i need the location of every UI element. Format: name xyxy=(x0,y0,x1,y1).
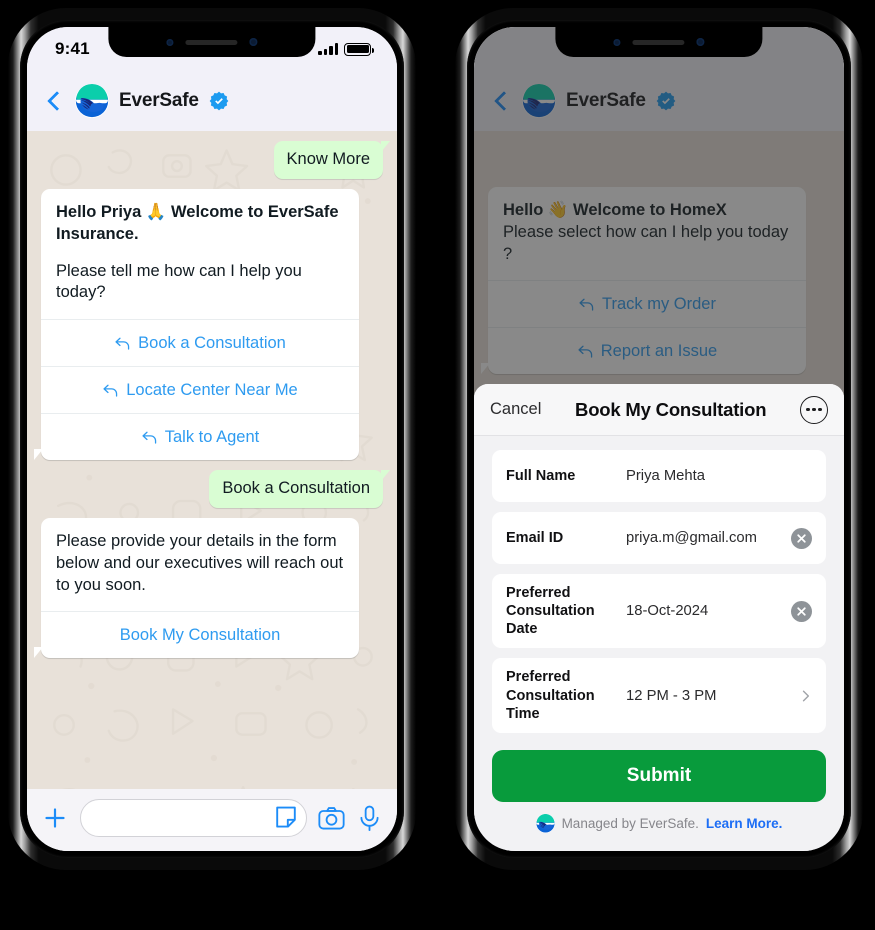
clear-x-icon[interactable] xyxy=(791,600,812,622)
sheet-footer: Submit Managed by EverSafe. Learn More. xyxy=(474,742,844,851)
quick-reply-talk-to-agent[interactable]: Talk to Agent xyxy=(41,413,359,460)
chat-body[interactable]: Know More Hello Priya 🙏 Welcome to EverS… xyxy=(27,131,397,789)
field-value: Priya Mehta xyxy=(626,468,705,484)
field-preferred-consultation-date[interactable]: Preferred Consultation Date 18-Oct-2024 xyxy=(492,574,826,649)
sheet-title: Book My Consultation xyxy=(575,398,767,420)
phone-right-bezel: EverSafe Hello 👋 Welcome to HomeX Please… xyxy=(467,20,851,858)
field-label: Full Name xyxy=(506,467,576,484)
field-value: priya.m@gmail.com xyxy=(626,530,757,546)
phone-left-bezel: 9:41 EverSafe Know More Hello Priya 🙏 We… xyxy=(20,20,404,858)
plus-icon[interactable] xyxy=(41,804,69,832)
status-indicators xyxy=(318,42,374,56)
quick-reply-label: Talk to Agent xyxy=(164,427,260,446)
front-sensor-icon xyxy=(613,38,621,46)
field-full-name[interactable]: Full Name Priya Mehta xyxy=(492,450,826,502)
front-sensor-icon xyxy=(166,38,174,46)
message-input-bar xyxy=(27,789,397,851)
earpiece-speaker xyxy=(632,39,685,45)
bot-card-body: Please provide your details in the form … xyxy=(56,532,344,594)
camera-icon[interactable] xyxy=(318,805,345,832)
front-camera-icon xyxy=(696,38,705,46)
field-preferred-consultation-time[interactable]: Preferred Consultation Time 12 PM - 3 PM xyxy=(492,658,826,733)
bot-card-form-prompt: Please provide your details in the form … xyxy=(34,518,359,659)
managed-by-notice: Managed by EverSafe. Learn More. xyxy=(492,814,826,833)
managed-by-text: Managed by EverSafe. xyxy=(561,816,699,831)
quick-reply-label: Book My Consultation xyxy=(119,625,281,644)
submit-button[interactable]: Submit xyxy=(492,750,826,802)
phone-left-screen: 9:41 EverSafe Know More Hello Priya 🙏 We… xyxy=(27,27,397,851)
sticker-icon[interactable] xyxy=(273,805,299,831)
quick-reply-book-my-consultation[interactable]: Book My Consultation xyxy=(41,611,359,658)
eversafe-logo-icon xyxy=(75,84,109,118)
outgoing-bubble-book-a-consultation[interactable]: Book a Consultation xyxy=(209,470,390,509)
message-list: Know More Hello Priya 🙏 Welcome to EverS… xyxy=(27,131,397,789)
microphone-icon[interactable] xyxy=(356,805,383,832)
bot-card-lead: Hello Priya 🙏 Welcome to EverSafe Insura… xyxy=(56,203,339,243)
quick-reply-label: Book a Consultation xyxy=(138,333,286,352)
learn-more-link[interactable]: Learn More. xyxy=(706,816,783,831)
bot-card-text: Please provide your details in the form … xyxy=(41,518,359,611)
quick-reply-locate-center-near-me[interactable]: Locate Center Near Me xyxy=(41,366,359,413)
notch xyxy=(555,27,763,57)
phone-left: 9:41 EverSafe Know More Hello Priya 🙏 We… xyxy=(8,8,416,870)
field-label: Email ID xyxy=(506,529,564,546)
message-row: Know More xyxy=(41,141,391,179)
book-consultation-sheet: Cancel Book My Consultation Full Name Pr… xyxy=(474,384,844,851)
bot-card-welcome: Hello Priya 🙏 Welcome to EverSafe Insura… xyxy=(34,189,359,461)
clear-x-icon[interactable] xyxy=(791,527,812,549)
outgoing-bubble-know-more[interactable]: Know More xyxy=(273,141,391,179)
reply-arrow-icon xyxy=(141,430,158,445)
message-row: Please provide your details in the form … xyxy=(34,518,383,659)
back-chevron-icon[interactable] xyxy=(43,90,65,112)
quick-reply-book-a-consultation[interactable]: Book a Consultation xyxy=(41,319,359,366)
field-value: 12 PM - 3 PM xyxy=(626,687,717,704)
reply-arrow-icon xyxy=(114,336,131,351)
field-label: Preferred Consultation Date xyxy=(506,585,595,638)
reply-arrow-icon xyxy=(102,383,119,398)
battery-full-icon xyxy=(344,42,374,56)
notch xyxy=(108,27,316,57)
bot-card-body: Please tell me how can I help you today? xyxy=(56,261,302,302)
verified-badge-icon xyxy=(209,91,229,111)
bot-card-text: Hello Priya 🙏 Welcome to EverSafe Insura… xyxy=(41,189,359,319)
earpiece-speaker xyxy=(185,39,238,45)
cancel-button[interactable]: Cancel xyxy=(490,400,541,419)
screenshot-stage: 9:41 EverSafe Know More Hello Priya 🙏 We… xyxy=(0,0,875,930)
quick-reply-label: Locate Center Near Me xyxy=(126,380,298,399)
chevron-right-icon[interactable] xyxy=(800,690,812,702)
field-email-id[interactable]: Email ID priya.m@gmail.com xyxy=(492,512,826,564)
chat-header: EverSafe xyxy=(27,71,397,131)
message-row: Book a Consultation xyxy=(41,470,390,509)
form-fields: Full Name Priya Mehta Email ID priya.m@g… xyxy=(474,436,844,742)
phone-right-screen: EverSafe Hello 👋 Welcome to HomeX Please… xyxy=(474,27,844,851)
status-time: 9:41 xyxy=(55,39,90,58)
signal-bars-icon xyxy=(318,43,338,55)
sheet-header: Cancel Book My Consultation xyxy=(474,384,844,436)
field-value: 18-Oct-2024 xyxy=(626,603,709,620)
more-options-icon[interactable] xyxy=(800,395,828,424)
message-input-field[interactable] xyxy=(80,799,307,837)
phone-right: EverSafe Hello 👋 Welcome to HomeX Please… xyxy=(455,8,863,870)
chat-title: EverSafe xyxy=(119,90,199,111)
front-camera-icon xyxy=(249,38,258,46)
field-label: Preferred Consultation Time xyxy=(506,669,595,722)
eversafe-logo-icon xyxy=(536,814,555,833)
message-row: Hello Priya 🙏 Welcome to EverSafe Insura… xyxy=(34,189,383,461)
